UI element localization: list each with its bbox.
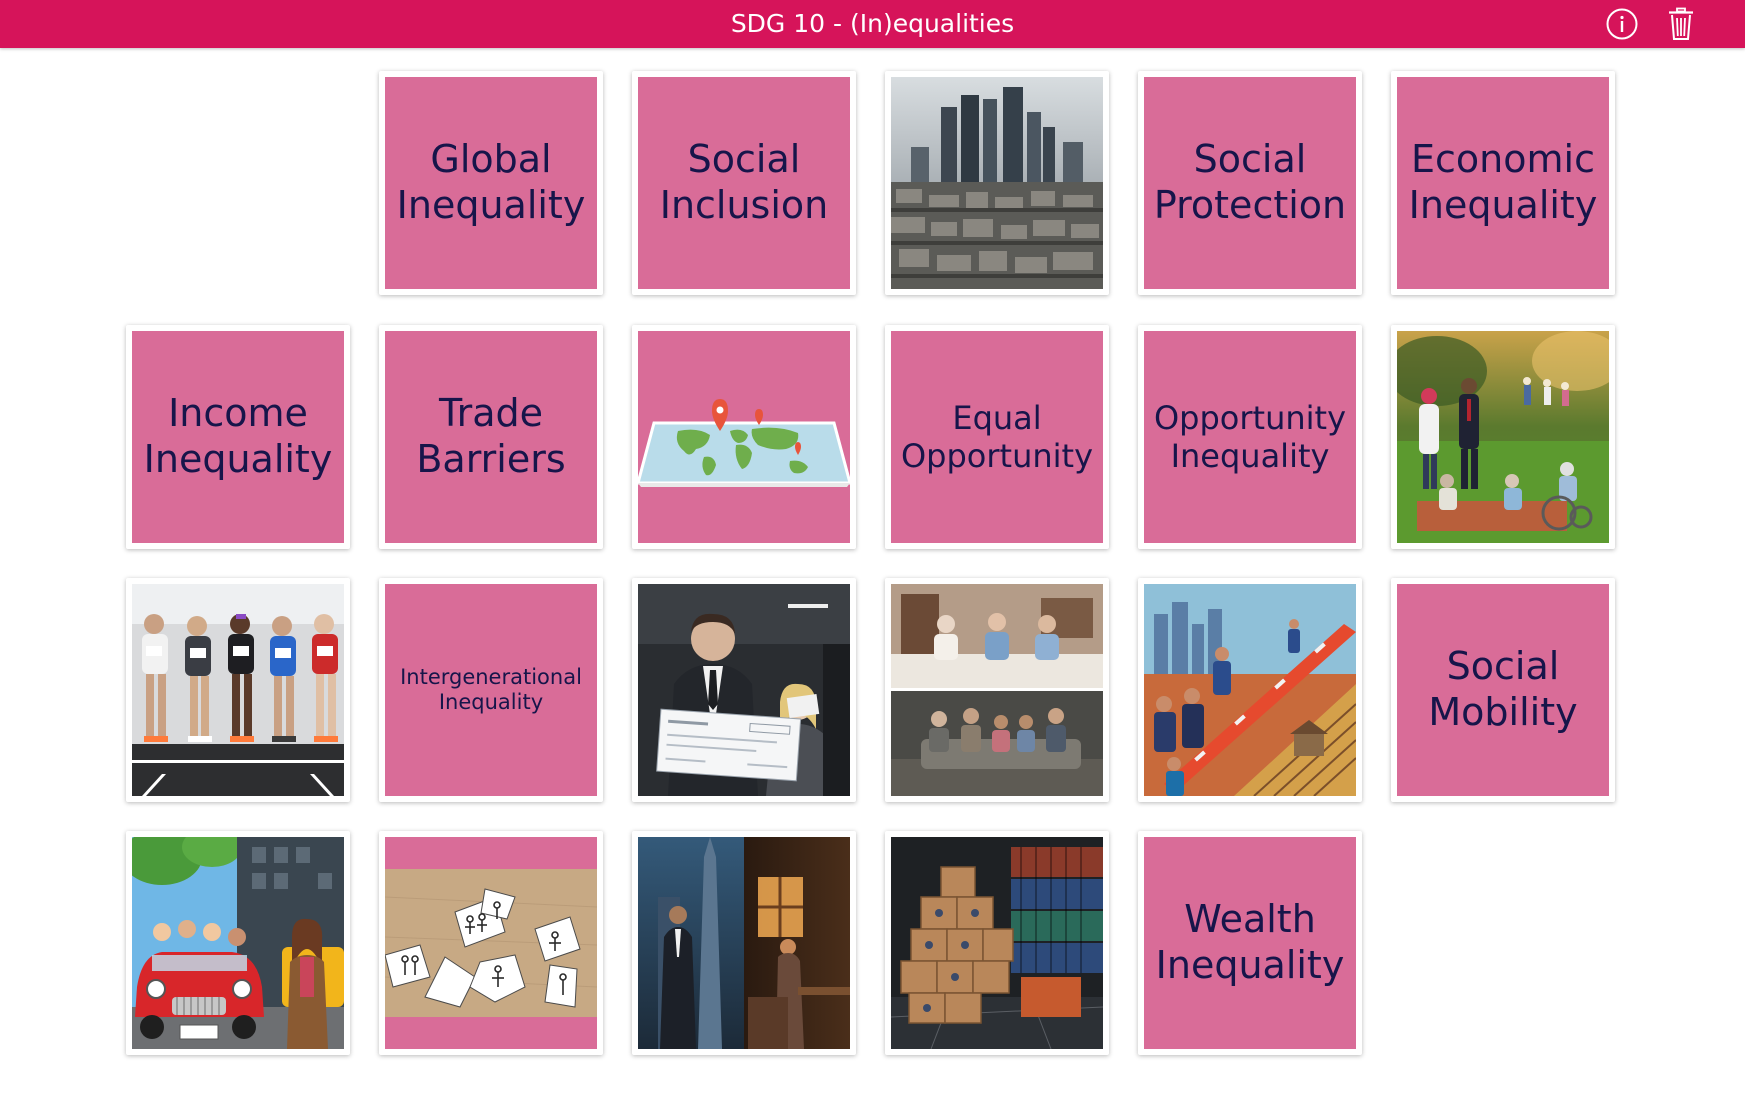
split-rich-poor-image — [638, 837, 850, 1049]
card-label: Economic Inequality — [1408, 137, 1598, 227]
card-world-map-image[interactable] — [632, 325, 856, 549]
trash-button[interactable] — [1661, 4, 1701, 44]
card-label: Income Inequality — [143, 391, 333, 481]
world-map-pins-image — [638, 399, 850, 487]
paper-cutout-figures-image — [385, 869, 597, 1017]
card-split-rich-poor-image[interactable] — [632, 831, 856, 1055]
top-bar: SDG 10 - (In)equalities — [0, 0, 1745, 48]
trash-icon — [1669, 7, 1693, 40]
card-cartoon-car-image[interactable] — [126, 831, 350, 1055]
card-label: Opportunity Inequality — [1153, 398, 1347, 475]
card-label: Social Protection — [1153, 137, 1347, 227]
card-label: Equal Opportunity — [900, 398, 1094, 475]
mobility-ladder-mural-image — [1144, 584, 1356, 796]
skyscrapers-slums-image — [891, 77, 1103, 289]
card-label: Social Inclusion — [659, 137, 829, 227]
card-label: Wealth Inequality — [1155, 897, 1345, 987]
wealthy-poor-families-image — [891, 584, 1103, 796]
park-picnic-image — [1397, 331, 1609, 543]
card-park-picnic-image[interactable] — [1391, 325, 1615, 549]
shipping-containers-boxes-image — [891, 837, 1103, 1049]
info-icon — [1606, 8, 1638, 40]
race-start-runners-image — [132, 584, 344, 796]
card-social-inclusion[interactable]: Social Inclusion — [632, 71, 856, 295]
card-label: Intergenerational Inequality — [400, 664, 582, 714]
card-social-mobility[interactable]: Social Mobility — [1391, 578, 1615, 802]
card-wealth-inequality[interactable]: Wealth Inequality — [1138, 831, 1362, 1055]
card-equal-opportunity[interactable]: Equal Opportunity — [885, 325, 1109, 549]
cartoon-car-taxi-image — [132, 837, 344, 1049]
card-global-inequality[interactable]: Global Inequality — [379, 71, 603, 295]
card-mobility-mural-image[interactable] — [1138, 578, 1362, 802]
card-city-image[interactable] — [885, 71, 1109, 295]
card-opportunity-inequality[interactable]: Opportunity Inequality — [1138, 325, 1362, 549]
card-race-start-image[interactable] — [126, 578, 350, 802]
card-shipping-boxes-image[interactable] — [885, 831, 1109, 1055]
card-social-protection[interactable]: Social Protection — [1138, 71, 1362, 295]
card-label: Social Mobility — [1428, 644, 1578, 734]
card-economic-inequality[interactable]: Economic Inequality — [1391, 71, 1615, 295]
card-paper-people-image[interactable] — [379, 831, 603, 1055]
business-check-image — [638, 584, 850, 796]
card-income-inequality[interactable]: Income Inequality — [126, 325, 350, 549]
page-title: SDG 10 - (In)equalities — [730, 9, 1015, 38]
card-intergenerational-inequality[interactable]: Intergenerational Inequality — [379, 578, 603, 802]
card-trade-barriers[interactable]: Trade Barriers — [379, 325, 603, 549]
card-paycheck-image[interactable] — [632, 578, 856, 802]
card-label: Global Inequality — [396, 137, 586, 227]
info-button[interactable] — [1602, 4, 1642, 44]
card-families-image[interactable] — [885, 578, 1109, 802]
card-label: Trade Barriers — [416, 391, 566, 481]
